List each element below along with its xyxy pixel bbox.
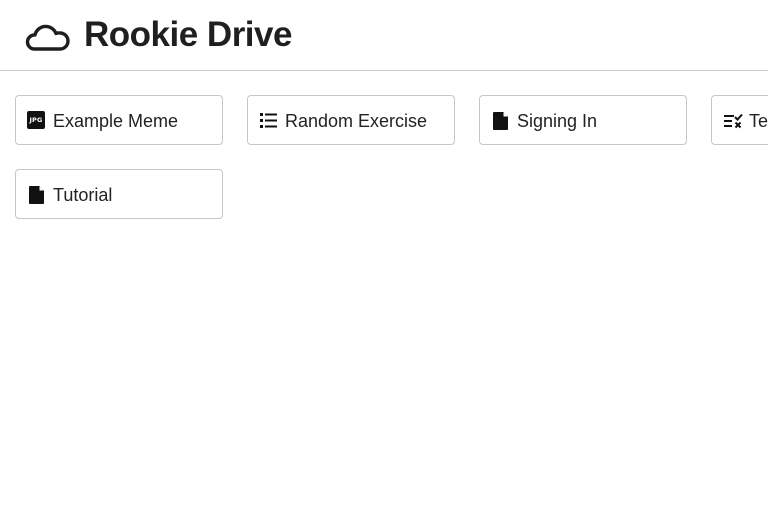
file-card-label: Random Exercise [285, 111, 428, 131]
file-card-label: Signing In [517, 111, 598, 131]
jpg-badge: JPG [27, 111, 45, 129]
document-icon [493, 112, 508, 130]
file-card-example-meme[interactable]: JPG Example Meme [15, 95, 223, 145]
document-icon [29, 186, 44, 204]
file-card-te[interactable]: Te [711, 95, 768, 145]
list-icon [260, 113, 277, 128]
app-title: Rookie Drive [84, 15, 292, 54]
file-card-signing-in[interactable]: Signing In [479, 95, 687, 145]
cloud-icon [25, 24, 70, 51]
file-card-tutorial[interactable]: Tutorial [15, 169, 223, 219]
checklist-icon [724, 113, 743, 129]
file-card-label: Example Meme [53, 111, 179, 131]
file-card-label: Te [749, 111, 768, 131]
app-window: Rookie Drive JPG Example Meme Random Exe… [0, 0, 768, 512]
file-card-label: Tutorial [53, 185, 113, 205]
jpg-file-icon: JPG [27, 111, 47, 131]
file-card-random-exercise[interactable]: Random Exercise [247, 95, 455, 145]
app-header: Rookie Drive [0, 0, 768, 71]
